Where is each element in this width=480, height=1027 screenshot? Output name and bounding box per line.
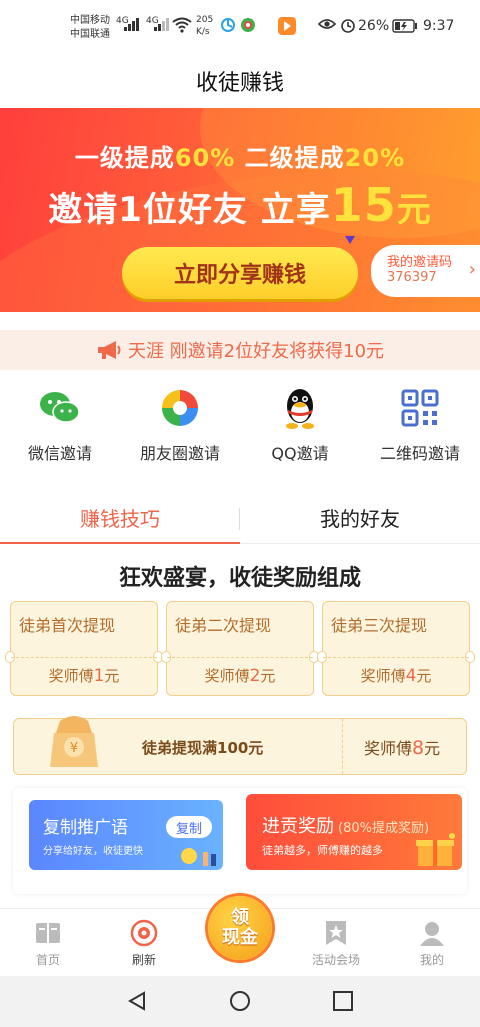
battery-percent: 26% [358, 18, 390, 34]
reward-card-100-withdrawal: ¥ 徒弟提现满100元 奖师傅8元 [13, 716, 467, 775]
claim-cash-button[interactable]: 领 现金 [208, 896, 272, 960]
reward-amount: 奖师傅8元 [364, 737, 441, 759]
qrcode-icon [398, 386, 442, 430]
qq-icon [278, 386, 322, 430]
nav-refresh[interactable]: 刷新 [96, 909, 192, 976]
wifi-icon [172, 17, 192, 33]
recents-icon[interactable] [332, 990, 354, 1012]
reward-card-third-withdrawal: 徒弟三次提现 奖师傅4元 [317, 601, 475, 696]
battery-icon [392, 19, 417, 33]
invite-code-label: 我的邀请码 [387, 255, 453, 270]
back-icon[interactable] [126, 990, 148, 1012]
wechat-icon [38, 386, 82, 430]
section-title: 狂欢盛宴，收徒奖励组成 [118, 566, 361, 591]
star-bookmark-icon [322, 919, 350, 947]
moments-invite-button[interactable]: 朋友圈邀请 [120, 386, 240, 476]
tribute-reward-card[interactable]: 进贡奖励 (80%提成奖励) 徒弟越多，师傅赚的越多 [246, 794, 462, 870]
signal-icon [124, 17, 140, 31]
refresh-target-icon [130, 919, 158, 947]
tab-divider [239, 508, 240, 530]
commission-text: 一级提成60% 二级提成20% [74, 144, 406, 172]
share-methods: 微信邀请 朋友圈邀请 QQ邀请 二维码邀请 [0, 386, 480, 476]
moments-icon [158, 386, 202, 430]
signal-icon-2 [154, 17, 170, 31]
qrcode-invite-button[interactable]: 二维码邀请 [360, 386, 480, 476]
tab-bar: 赚钱技巧 我的好友 [0, 492, 480, 544]
tab-earning-tips[interactable]: 赚钱技巧 [0, 492, 240, 544]
nav-home[interactable]: 首页 [0, 909, 96, 976]
home-icon[interactable] [229, 990, 251, 1012]
reward-card-second-withdrawal: 徒弟二次提现 奖师傅2元 [161, 601, 319, 696]
alarm-icon [341, 19, 355, 33]
notification-app-icon [221, 18, 235, 32]
wechat-invite-button[interactable]: 微信邀请 [0, 386, 120, 476]
announcement-bar: 天涯 刚邀请2位好友将获得10元 [0, 330, 480, 370]
svg-text:¥: ¥ [70, 741, 78, 756]
page-title: 收徒赚钱 [195, 71, 284, 96]
book-icon [34, 919, 62, 947]
nav-activity[interactable]: 活动会场 [288, 909, 384, 976]
announcement-text: 天涯 刚邀请2位好友将获得10元 [127, 341, 385, 362]
chevron-right-icon: › [468, 259, 476, 280]
gift-box-icon [416, 833, 455, 866]
tab-my-friends[interactable]: 我的好友 [240, 492, 480, 543]
copy-button[interactable]: 复制 [166, 816, 212, 838]
invite-code-value: 376397 [387, 270, 437, 285]
megaphone-icon [97, 341, 121, 359]
status-bar: 中国移动 中国联通 4G 4G 205 K/s 26% 9:37 [0, 0, 480, 54]
play-app-icon [278, 17, 296, 35]
person-icon [418, 919, 446, 947]
carrier-names: 中国移动 中国联通 [70, 14, 110, 42]
reward-amount: 奖师傅2元 [204, 666, 276, 686]
clock: 9:37 [423, 18, 455, 34]
promo-panel: 复制推广语 分享给好友，收徒更快 复制 进贡奖励 (80%提成奖励) 徒弟越多，师… [13, 788, 467, 894]
system-navigation-bar [0, 976, 480, 1027]
reward-amount: 奖师傅4元 [360, 666, 432, 686]
nav-mine[interactable]: 我的 [384, 909, 480, 976]
money-bag-icon: ¥ [50, 716, 98, 767]
qq-invite-button[interactable]: QQ邀请 [240, 386, 360, 476]
my-invite-code-button[interactable]: 我的邀请码 376397 › [371, 245, 480, 297]
decoration-triangle [345, 236, 355, 244]
notification-app-icon-2 [241, 18, 255, 32]
people-illustration-icon [181, 848, 216, 866]
reward-card-first-withdrawal: 徒弟首次提现 奖师傅1元 [5, 601, 163, 696]
invite-reward-text: 邀请1位好友 立享15元 [48, 178, 432, 232]
share-earn-button[interactable]: 立即分享赚钱 [122, 247, 358, 299]
invite-banner: 一级提成60% 二级提成20% 邀请1位好友 立享15元 立即分享赚钱 我的邀请… [0, 108, 480, 312]
reward-amount: 奖师傅1元 [48, 666, 120, 686]
carrier-1: 中国移动 [70, 15, 110, 26]
carrier-2: 中国联通 [70, 29, 110, 40]
eye-icon [318, 19, 336, 29]
copy-promo-card[interactable]: 复制推广语 分享给好友，收徒更快 复制 [29, 800, 223, 870]
network-speed: 205 K/s [196, 15, 214, 37]
